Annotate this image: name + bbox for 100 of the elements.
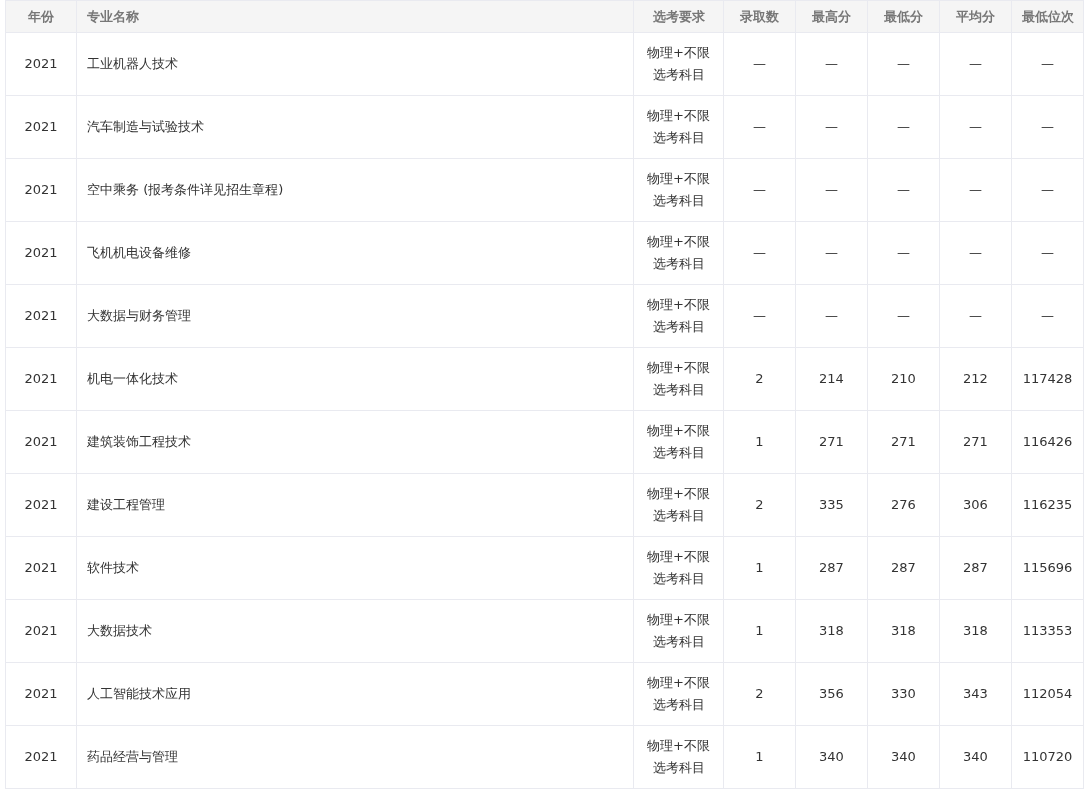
table-cell: — [795,32,868,96]
table-cell: — [1011,221,1084,285]
table-cell: 物理+不限选考科目 [633,473,724,537]
table-cell: 287 [939,536,1012,600]
table-cell: — [795,95,868,159]
table-cell: 306 [939,473,1012,537]
table-cell: — [795,284,868,348]
table-cell: 210 [867,347,940,411]
table-cell: 340 [939,725,1012,789]
table-cell: — [795,158,868,222]
table-cell: 2 [723,347,796,411]
table-cell: 药品经营与管理 [76,725,634,789]
table-cell: 物理+不限选考科目 [633,158,724,222]
table-cell: 2021 [5,347,77,411]
table-cell: 大数据技术 [76,599,634,663]
table-cell: 物理+不限选考科目 [633,284,724,348]
table-cell: 318 [795,599,868,663]
table-cell: 271 [795,410,868,474]
table-cell: 330 [867,662,940,726]
table-cell: — [795,221,868,285]
table-cell: 物理+不限选考科目 [633,410,724,474]
table-cell: 276 [867,473,940,537]
column-header: 专业名称 [76,0,634,33]
table-cell: — [723,95,796,159]
table-cell: — [867,95,940,159]
table-cell: 建设工程管理 [76,473,634,537]
table-cell: 271 [939,410,1012,474]
table-cell: 物理+不限选考科目 [633,725,724,789]
table-cell: — [939,284,1012,348]
table-cell: 287 [795,536,868,600]
table-cell: 2021 [5,536,77,600]
table-cell: 2021 [5,32,77,96]
table-cell: 物理+不限选考科目 [633,599,724,663]
table-cell: — [939,32,1012,96]
table-cell: 2021 [5,410,77,474]
table-cell: 335 [795,473,868,537]
table-cell: 2021 [5,725,77,789]
column-header: 录取数 [723,0,796,33]
table-cell: 116426 [1011,410,1084,474]
table-cell: 1 [723,410,796,474]
table-cell: 2021 [5,95,77,159]
table-cell: 112054 [1011,662,1084,726]
table-cell: 空中乘务 (报考条件详见招生章程) [76,158,634,222]
table-cell: 物理+不限选考科目 [633,95,724,159]
table-cell: 物理+不限选考科目 [633,662,724,726]
table-cell: — [867,158,940,222]
table-cell: — [723,158,796,222]
table-cell: — [723,284,796,348]
table-cell: 343 [939,662,1012,726]
table-cell: 287 [867,536,940,600]
table-cell: 271 [867,410,940,474]
column-header: 平均分 [939,0,1012,33]
column-header: 年份 [5,0,77,33]
table-cell: 212 [939,347,1012,411]
table-cell: 2021 [5,158,77,222]
table-cell: 318 [867,599,940,663]
column-header: 最高分 [795,0,868,33]
table-cell: 机电一体化技术 [76,347,634,411]
table-cell: 物理+不限选考科目 [633,32,724,96]
table-cell: 113353 [1011,599,1084,663]
table-cell: — [723,221,796,285]
table-cell: — [867,284,940,348]
table-cell: 汽车制造与试验技术 [76,95,634,159]
table-cell: 1 [723,725,796,789]
table-cell: — [867,32,940,96]
table-cell: 214 [795,347,868,411]
table-cell: — [1011,95,1084,159]
table-cell: 物理+不限选考科目 [633,536,724,600]
table-cell: 1 [723,536,796,600]
table-cell: — [939,95,1012,159]
table-cell: 110720 [1011,725,1084,789]
table-cell: — [723,32,796,96]
table-cell: 2021 [5,662,77,726]
column-header: 选考要求 [633,0,724,33]
table-cell: 356 [795,662,868,726]
table-cell: — [939,221,1012,285]
table-cell: — [1011,158,1084,222]
table-cell: 大数据与财务管理 [76,284,634,348]
table-cell: — [867,221,940,285]
table-cell: — [1011,32,1084,96]
table-cell: 人工智能技术应用 [76,662,634,726]
table-cell: 建筑装饰工程技术 [76,410,634,474]
table-cell: 340 [795,725,868,789]
table-cell: 2021 [5,221,77,285]
table-cell: 物理+不限选考科目 [633,347,724,411]
column-header: 最低分 [867,0,940,33]
table-cell: 318 [939,599,1012,663]
table-cell: 2021 [5,284,77,348]
table-cell: 软件技术 [76,536,634,600]
table-cell: — [939,158,1012,222]
table-cell: 2021 [5,473,77,537]
table-cell: 飞机机电设备维修 [76,221,634,285]
table-cell: 物理+不限选考科目 [633,221,724,285]
column-header: 最低位次 [1011,0,1084,33]
table-cell: 340 [867,725,940,789]
table-cell: 116235 [1011,473,1084,537]
table-cell: 117428 [1011,347,1084,411]
table-cell: 工业机器人技术 [76,32,634,96]
table-cell: 2021 [5,599,77,663]
table-cell: 2 [723,662,796,726]
